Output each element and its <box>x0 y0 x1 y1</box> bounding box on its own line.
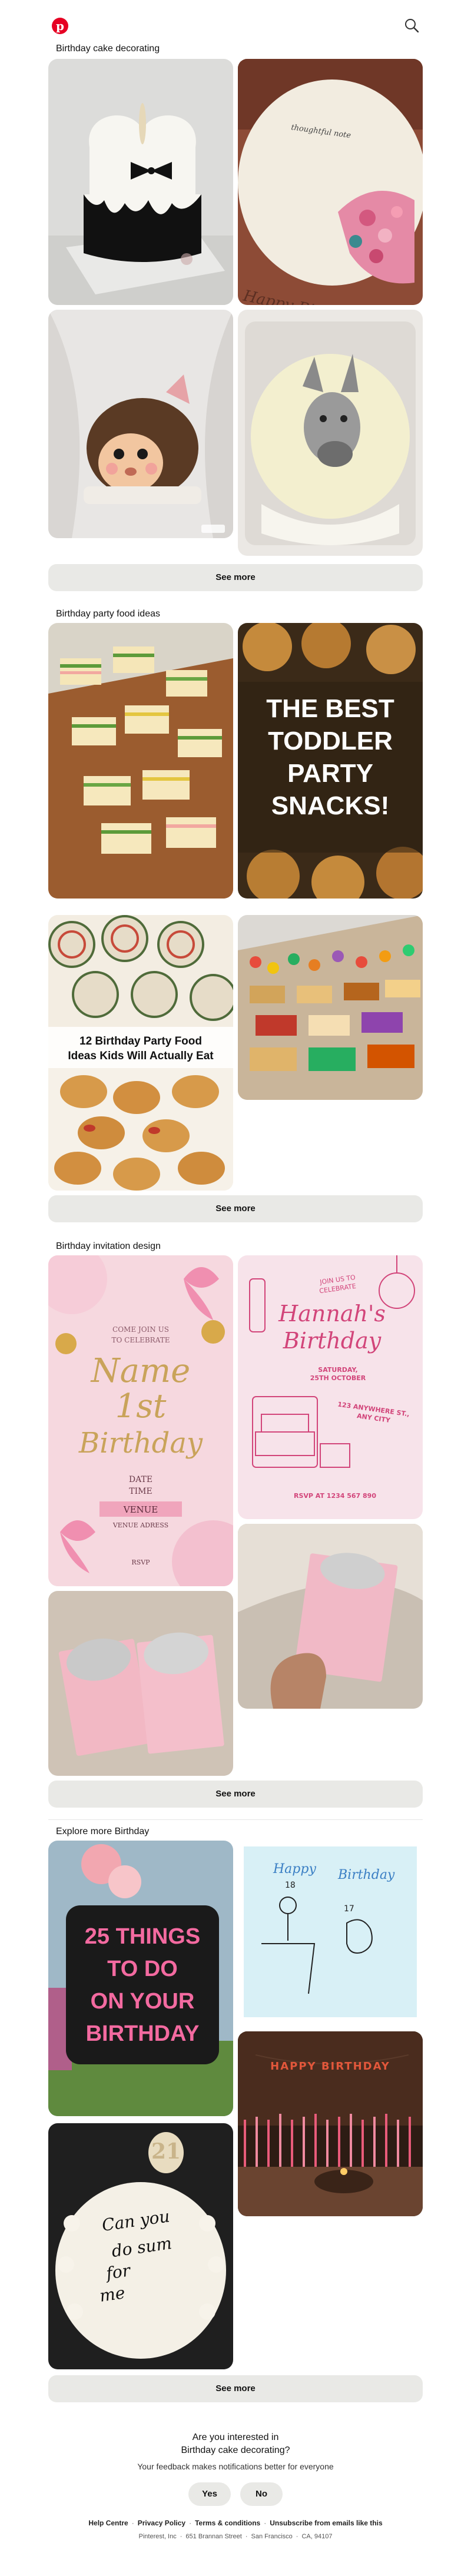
pin-piping-cake[interactable]: 21 Can you do sum for me <box>48 2123 233 2369</box>
footer-separator: · <box>264 2519 267 2527</box>
pin-caption: Hannah's <box>278 1301 386 1327</box>
pin-caption: 25 THINGS <box>85 1924 200 1949</box>
footer-separator: · <box>189 2519 192 2527</box>
see-more-button[interactable]: See more <box>48 2375 423 2402</box>
pin-grazing-table[interactable] <box>238 915 423 1100</box>
pin-caption: TO CELEBRATE <box>112 1336 170 1344</box>
pin-image: 21 Can you do sum for me <box>48 2123 233 2369</box>
pin-candles-cake[interactable]: HAPPY BIRTHDAY <box>238 2031 423 2216</box>
pin-caption: 21 <box>151 2139 181 2164</box>
pin-caption: TODDLER <box>268 727 393 755</box>
pin-heart-cake[interactable] <box>48 59 233 305</box>
survey-no-button[interactable]: No <box>240 2482 283 2506</box>
pin-caption: me <box>98 2283 126 2306</box>
footer-city: San Francisco <box>251 2533 293 2540</box>
footer-separator: · <box>180 2533 183 2540</box>
footer-links: Help Centre · Privacy Policy · Terms & condi… <box>0 2519 471 2527</box>
survey-yes-button[interactable]: Yes <box>188 2482 231 2506</box>
see-more-button[interactable]: See more <box>48 564 423 591</box>
pin-caption: 18 <box>285 1881 296 1890</box>
footer-link-terms[interactable]: Terms & conditions <box>195 2519 260 2527</box>
pin-caption: Birthday <box>78 1427 203 1460</box>
pin-image <box>48 1591 233 1776</box>
pin-caption: for <box>104 2260 132 2283</box>
pin-disco-invitation-cards[interactable] <box>48 1591 233 1776</box>
pin-caption: 17 <box>344 1904 354 1914</box>
pin-caption: SATURDAY, <box>318 1366 357 1374</box>
section-title-food: Birthday party food ideas <box>56 609 160 619</box>
pin-caption: Birthday <box>337 1868 395 1882</box>
pin-party-food-ideas[interactable]: 12 Birthday Party Food Ideas Kids Will A… <box>48 915 233 1191</box>
pin-caption: 1st <box>115 1387 167 1425</box>
footer-separator: · <box>131 2519 134 2527</box>
pin-caption: DATE <box>129 1475 152 1484</box>
pin-caption: COME JOIN US <box>112 1325 169 1334</box>
email-page: p Birthday cake decorating thoughtful no… <box>0 0 471 2576</box>
pin-image: THE BEST TODDLER PARTY SNACKS! <box>238 623 423 899</box>
pin-caption: RSVP AT 1234 567 890 <box>294 1492 376 1500</box>
pin-caption: Birthday <box>283 1328 382 1354</box>
footer-address: Pinterest, Inc · 651 Brannan Street · San Fr… <box>0 2533 471 2540</box>
pin-image: COME JOIN US TO CELEBRATE Name 1st Birth… <box>48 1255 233 1586</box>
pin-caption: PARTY <box>287 759 373 788</box>
search-icon[interactable] <box>404 18 419 33</box>
pin-image <box>238 915 423 1100</box>
pin-toddler-snacks[interactable]: THE BEST TODDLER PARTY SNACKS! <box>238 623 423 899</box>
pin-caption: Happy <box>273 1862 316 1877</box>
pin-caption: TO DO <box>107 1957 178 1981</box>
pin-25-things[interactable]: 25 THINGS TO DO ON YOUR BIRTHDAY <box>48 1841 233 2116</box>
pin-mini-sandwiches[interactable] <box>48 623 233 899</box>
header: p <box>0 0 471 47</box>
pin-hedgehog-cake[interactable] <box>48 310 233 538</box>
survey-question: Birthday cake decorating? <box>181 2445 290 2455</box>
pin-image: HAPPY BIRTHDAY <box>238 2031 423 2216</box>
pin-disco-card-hand[interactable] <box>238 1524 423 1709</box>
pin-caption: 25TH OCTOBER <box>310 1374 366 1382</box>
pin-caption: 12 Birthday Party Food <box>79 1035 202 1047</box>
pin-image <box>238 1524 423 1709</box>
pin-flower-cake[interactable]: thoughtful note Happy Birthday <box>238 59 423 305</box>
pin-caption: BIRTHDAY <box>86 2021 200 2046</box>
pin-hannah-invitation[interactable]: JOIN US TO CELEBRATE Hannah's Birthday S… <box>238 1255 423 1519</box>
pin-caption: SNACKS! <box>271 791 389 820</box>
footer-street: 651 Brannan Street <box>185 2533 242 2540</box>
footer-company: Pinterest, Inc <box>138 2533 177 2540</box>
survey-subtext: Your feedback makes notifications better… <box>137 2462 334 2471</box>
pin-image: JOIN US TO CELEBRATE Hannah's Birthday S… <box>238 1255 423 1519</box>
pin-image <box>48 623 233 899</box>
footer-state-zip: CA, 94107 <box>301 2533 333 2540</box>
section-title-cake: Birthday cake decorating <box>56 44 160 54</box>
survey-question: Are you interested in <box>192 2432 279 2442</box>
footer-link-help[interactable]: Help Centre <box>88 2519 128 2527</box>
see-more-button[interactable]: See more <box>48 1781 423 1808</box>
pin-image <box>48 59 233 305</box>
pin-caption: HAPPY BIRTHDAY <box>270 2060 390 2073</box>
pin-caption: VENUE ADRESS <box>112 1521 168 1529</box>
pin-caption: THE BEST <box>266 694 394 723</box>
pin-image <box>238 310 423 556</box>
pin-caption: ON YOUR <box>91 1989 195 2014</box>
pin-image <box>48 310 233 538</box>
pin-image: Happy 18 Birthday 17 <box>238 1841 423 2023</box>
footer-separator: · <box>245 2533 248 2540</box>
see-more-button[interactable]: See more <box>48 1195 423 1222</box>
pin-image: thoughtful note Happy Birthday <box>238 59 423 305</box>
pin-donkey-cake[interactable] <box>238 310 423 556</box>
pin-caption: TIME <box>129 1487 152 1496</box>
pinterest-logo-icon[interactable]: p <box>52 18 68 34</box>
pin-caption: Ideas Kids Will Actually Eat <box>68 1050 214 1062</box>
pin-butterfly-invitation[interactable]: COME JOIN US TO CELEBRATE Name 1st Birth… <box>48 1255 233 1586</box>
footer-link-unsubscribe[interactable]: Unsubscribe from emails like this <box>270 2519 382 2527</box>
divider <box>48 1819 423 1820</box>
section-title-explore: Explore more Birthday <box>56 1826 150 1836</box>
pin-image: 25 THINGS TO DO ON YOUR BIRTHDAY <box>48 1841 233 2116</box>
pin-caption: RSVP <box>131 1559 150 1566</box>
pin-happy-18-sketch[interactable]: Happy 18 Birthday 17 <box>238 1841 423 2023</box>
section-title-invitation: Birthday invitation design <box>56 1241 161 1251</box>
pin-image: 12 Birthday Party Food Ideas Kids Will A… <box>48 915 233 1191</box>
footer-separator: · <box>296 2533 298 2540</box>
pin-caption: VENUE <box>123 1504 158 1515</box>
pin-caption: Name <box>90 1352 191 1390</box>
footer-link-privacy[interactable]: Privacy Policy <box>138 2519 185 2527</box>
